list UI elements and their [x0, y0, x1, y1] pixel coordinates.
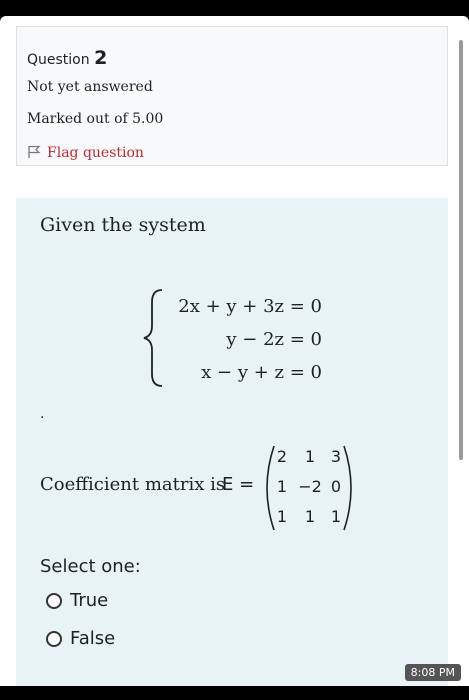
matrix-cell: 1: [305, 507, 315, 526]
coefficient-matrix: 2 1 3 1 −2 0 1 1 1: [266, 445, 352, 531]
option-false-label: False: [70, 628, 116, 649]
time-display: 8:08 PM: [404, 664, 461, 681]
question-content: Given the system 2x + y + 3z = 0 y − 2z …: [16, 198, 448, 686]
quiz-page: Question 2 Not yet answered Marked out o…: [0, 16, 469, 686]
option-true[interactable]: True: [46, 590, 108, 611]
question-info-card: Question 2 Not yet answered Marked out o…: [16, 26, 448, 166]
question-marks: Marked out of 5.00: [27, 111, 164, 127]
radio-true[interactable]: [46, 592, 62, 609]
question-status: Not yet answered: [27, 79, 153, 95]
flag-icon: [28, 145, 41, 158]
matrix-cell: 1: [277, 477, 287, 496]
flag-question-link[interactable]: Flag question: [27, 145, 144, 161]
flag-question-label: Flag question: [47, 145, 144, 161]
matrix-cell: 2: [277, 447, 287, 466]
matrix-cell: 1: [277, 507, 287, 526]
scrollbar[interactable]: [459, 40, 463, 460]
phone-bottom-bezel: [0, 686, 469, 700]
matrix-cell: 1: [305, 447, 315, 466]
matrix-left-paren: [266, 445, 275, 531]
select-one-label: Select one:: [40, 556, 141, 577]
question-title: Question 2: [27, 47, 107, 69]
matrix-cell: −2: [298, 477, 322, 496]
question-number: 2: [94, 47, 108, 69]
matrix-cell: 1: [331, 507, 341, 526]
matrix-right-paren: [343, 445, 352, 531]
option-true-label: True: [70, 590, 109, 611]
option-false[interactable]: False: [46, 628, 115, 649]
matrix-cell: 0: [331, 477, 341, 496]
question-label: Question: [27, 52, 90, 68]
phone-top-bezel: [0, 0, 469, 16]
radio-false[interactable]: [46, 630, 62, 647]
matrix-cell: 3: [331, 447, 341, 466]
